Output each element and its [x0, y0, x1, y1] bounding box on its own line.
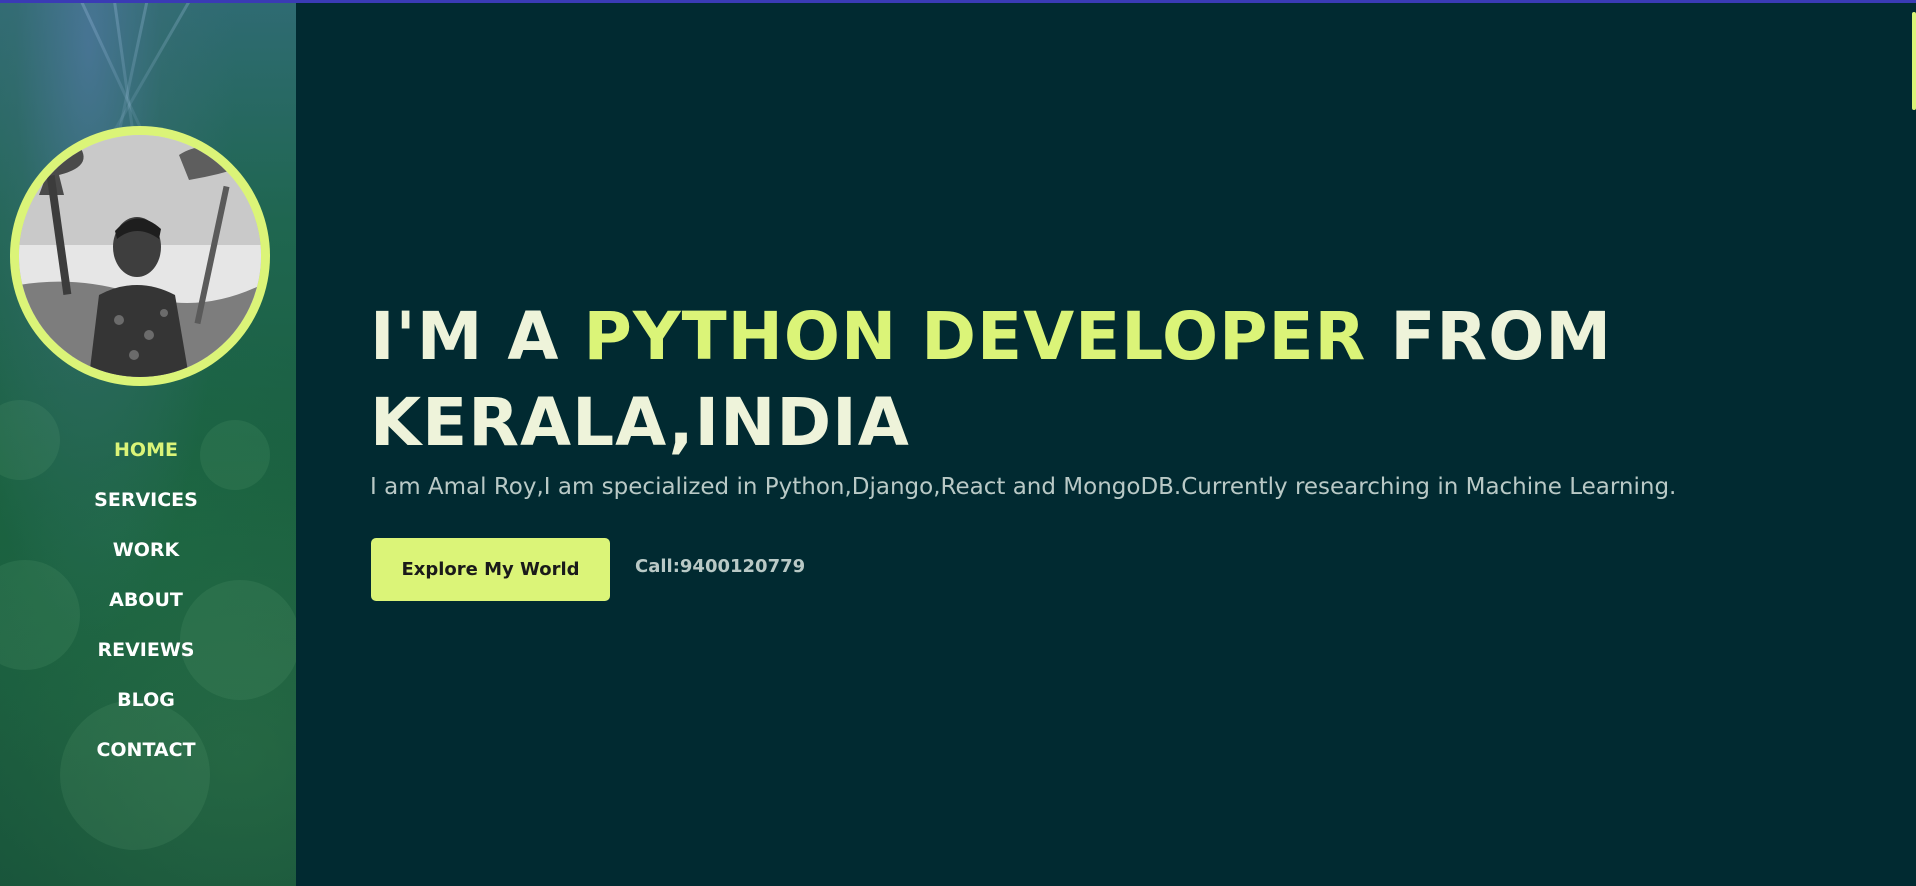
- nav-item-services[interactable]: SERVICES: [0, 486, 292, 536]
- headline-accent: PYTHON DEVELOPER: [583, 298, 1367, 375]
- nav-item-about[interactable]: ABOUT: [0, 586, 292, 636]
- avatar-ring: [10, 126, 270, 386]
- nav-item-home[interactable]: HOME: [0, 436, 292, 486]
- call-link[interactable]: Call:9400120779: [635, 556, 805, 577]
- nav-item-reviews[interactable]: REVIEWS: [0, 636, 292, 686]
- sidebar: HOME SERVICES WORK ABOUT REVIEWS BLOG CO…: [0, 0, 296, 886]
- main-nav: HOME SERVICES WORK ABOUT REVIEWS BLOG CO…: [0, 436, 292, 786]
- portfolio-page: HOME SERVICES WORK ABOUT REVIEWS BLOG CO…: [0, 0, 1916, 886]
- hero-section: I'M A PYTHON DEVELOPER FROM KERALA,INDIA…: [296, 0, 1916, 886]
- hero-subtitle: I am Amal Roy,I am specialized in Python…: [370, 474, 1677, 500]
- headline-prefix: I'M A: [370, 298, 584, 375]
- top-accent-line: [0, 0, 1916, 3]
- scrollbar-thumb[interactable]: [1912, 12, 1916, 110]
- nav-item-blog[interactable]: BLOG: [0, 686, 292, 736]
- explore-button[interactable]: Explore My World: [371, 538, 610, 601]
- nav-item-work[interactable]: WORK: [0, 536, 292, 586]
- portrait-photo: [19, 135, 261, 377]
- avatar: [19, 135, 261, 377]
- hero-headline: I'M A PYTHON DEVELOPER FROM KERALA,INDIA: [370, 294, 1670, 466]
- nav-item-contact[interactable]: CONTACT: [0, 736, 292, 786]
